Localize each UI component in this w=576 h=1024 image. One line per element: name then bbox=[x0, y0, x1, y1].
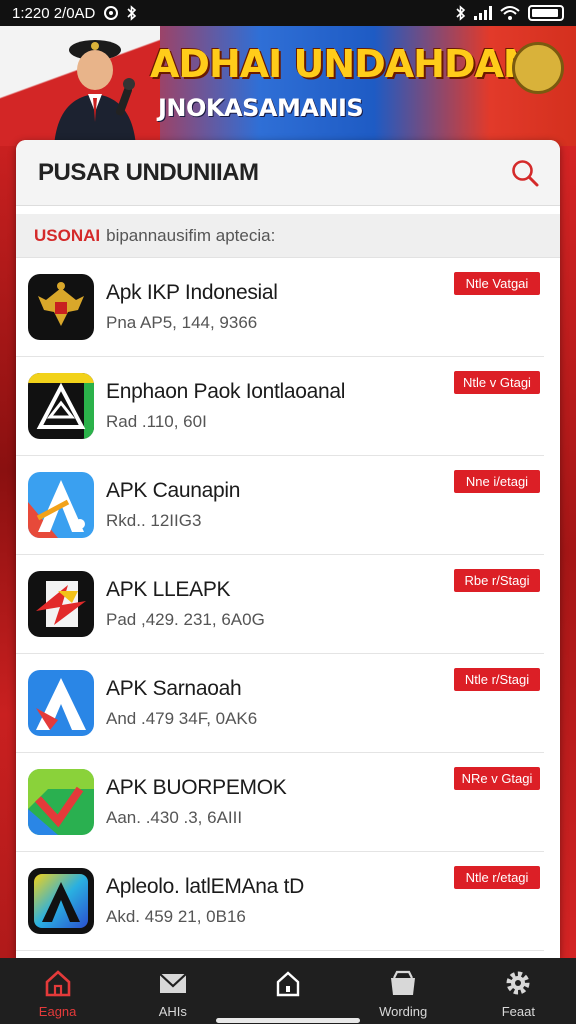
list-item[interactable]: Apleolo. latlEMAna tD Akd. 459 21, 0B16 … bbox=[16, 852, 544, 951]
status-bar: 1:220 2/0AD bbox=[0, 0, 576, 26]
triangle-logo-icon bbox=[28, 373, 94, 439]
status-left: 1:220 2/0AD bbox=[12, 5, 137, 22]
bottom-nav: Eagna AHIs Wording Feaat bbox=[0, 958, 576, 1024]
nav-label: Eagna bbox=[38, 1004, 77, 1019]
nav-label: Feaat bbox=[501, 1004, 535, 1019]
gradient-a-icon bbox=[28, 868, 94, 934]
section-subheader: USONAI bipannausifim aptecia: bbox=[16, 214, 560, 258]
app-meta: Aan. .430 .3, 6AIII bbox=[106, 808, 243, 827]
download-button[interactable]: Rbe r/Stagi bbox=[454, 569, 540, 592]
app-list: Apk IKP Indonesial Pna AP5, 144, 9366 Nt… bbox=[16, 258, 560, 951]
nav-item-home[interactable]: Eagna bbox=[8, 968, 108, 1019]
banner-title: ADHAI UNDAHDAN bbox=[150, 42, 535, 86]
download-center-card: PUSAR UNDUNIIAM USONAI bipannausifim apt… bbox=[16, 140, 560, 958]
app-meta: Rad .110, 60I bbox=[106, 412, 207, 431]
status-time: 1:220 2/0AD bbox=[12, 4, 96, 22]
red-star-icon bbox=[28, 571, 94, 637]
app-meta: And .479 34F, 0AK6 bbox=[106, 709, 258, 728]
status-right bbox=[456, 5, 564, 21]
nav-label: Wording bbox=[379, 1004, 428, 1019]
download-button[interactable]: Ntle r/etagi bbox=[454, 866, 540, 889]
bluetooth-icon bbox=[456, 5, 466, 21]
house-outline-icon bbox=[276, 971, 300, 997]
download-button[interactable]: NRe v Gtagi bbox=[454, 767, 540, 790]
inbox-icon bbox=[391, 970, 416, 995]
app-meta: Rkd.. 12IIG3 bbox=[106, 511, 202, 530]
list-item[interactable]: Enphaon Paok Iontlaoanal Rad .110, 60I N… bbox=[16, 357, 544, 456]
list-item[interactable]: APK Sarnaoah And .479 34F, 0AK6 Ntle r/S… bbox=[16, 654, 544, 753]
list-item[interactable]: Apk IKP Indonesial Pna AP5, 144, 9366 Nt… bbox=[16, 258, 544, 357]
blue-a-icon bbox=[28, 670, 94, 736]
app-meta: Pna AP5, 144, 9366 bbox=[106, 313, 258, 332]
mail-icon bbox=[159, 973, 187, 993]
list-item[interactable]: APK LLEAPK Pad ,429. 231, 6A0G Rbe r/Sta… bbox=[16, 555, 544, 654]
blue-a-icon bbox=[28, 472, 94, 538]
signal-icon bbox=[474, 6, 492, 20]
download-button[interactable]: Ntle v Gtagi bbox=[454, 371, 540, 394]
hero-banner: ADHAI UNDAHDAN JNOKASAMANIS bbox=[0, 26, 576, 146]
page-title: PUSAR UNDUNIIAM bbox=[38, 158, 259, 186]
card-header: PUSAR UNDUNIIAM bbox=[16, 140, 560, 206]
download-button[interactable]: Ntle Vatgai bbox=[454, 272, 540, 295]
nav-item-mail[interactable]: AHIs bbox=[123, 968, 223, 1019]
list-item[interactable]: APK Caunapin Rkd.. 12IIG3 Nne i/etagi bbox=[16, 456, 544, 555]
home-indicator[interactable] bbox=[216, 1018, 360, 1023]
download-button[interactable]: Nne i/etagi bbox=[454, 470, 540, 493]
officer-illustration bbox=[54, 40, 136, 146]
nav-label: AHIs bbox=[158, 1004, 187, 1019]
download-button[interactable]: Ntle r/Stagi bbox=[454, 668, 540, 691]
nav-item-wording[interactable]: Wording bbox=[353, 968, 453, 1019]
bluetooth-icon bbox=[127, 5, 137, 21]
backdrop-right bbox=[558, 146, 576, 958]
settings-icon bbox=[104, 6, 119, 20]
nav-item-center[interactable] bbox=[238, 968, 338, 1004]
garuda-icon bbox=[28, 274, 94, 340]
list-item[interactable]: APK BUORPEMOK Aan. .430 .3, 6AIII NRe v … bbox=[16, 753, 544, 852]
wifi-icon bbox=[500, 6, 520, 20]
battery-icon bbox=[528, 5, 564, 21]
subheader-text: bipannausifim aptecia: bbox=[106, 225, 276, 245]
emblem-icon bbox=[512, 42, 564, 94]
banner-subtitle: JNOKASAMANIS bbox=[158, 94, 364, 122]
green-arrow-icon bbox=[28, 769, 94, 835]
gear-icon bbox=[506, 971, 530, 995]
search-icon[interactable] bbox=[510, 158, 540, 188]
home-icon bbox=[45, 970, 70, 997]
app-meta: Pad ,429. 231, 6A0G bbox=[106, 610, 265, 629]
app-meta: Akd. 459 21, 0B16 bbox=[106, 907, 246, 926]
nav-item-settings[interactable]: Feaat bbox=[468, 968, 568, 1019]
subheader-accent: USONAI bbox=[34, 225, 101, 245]
